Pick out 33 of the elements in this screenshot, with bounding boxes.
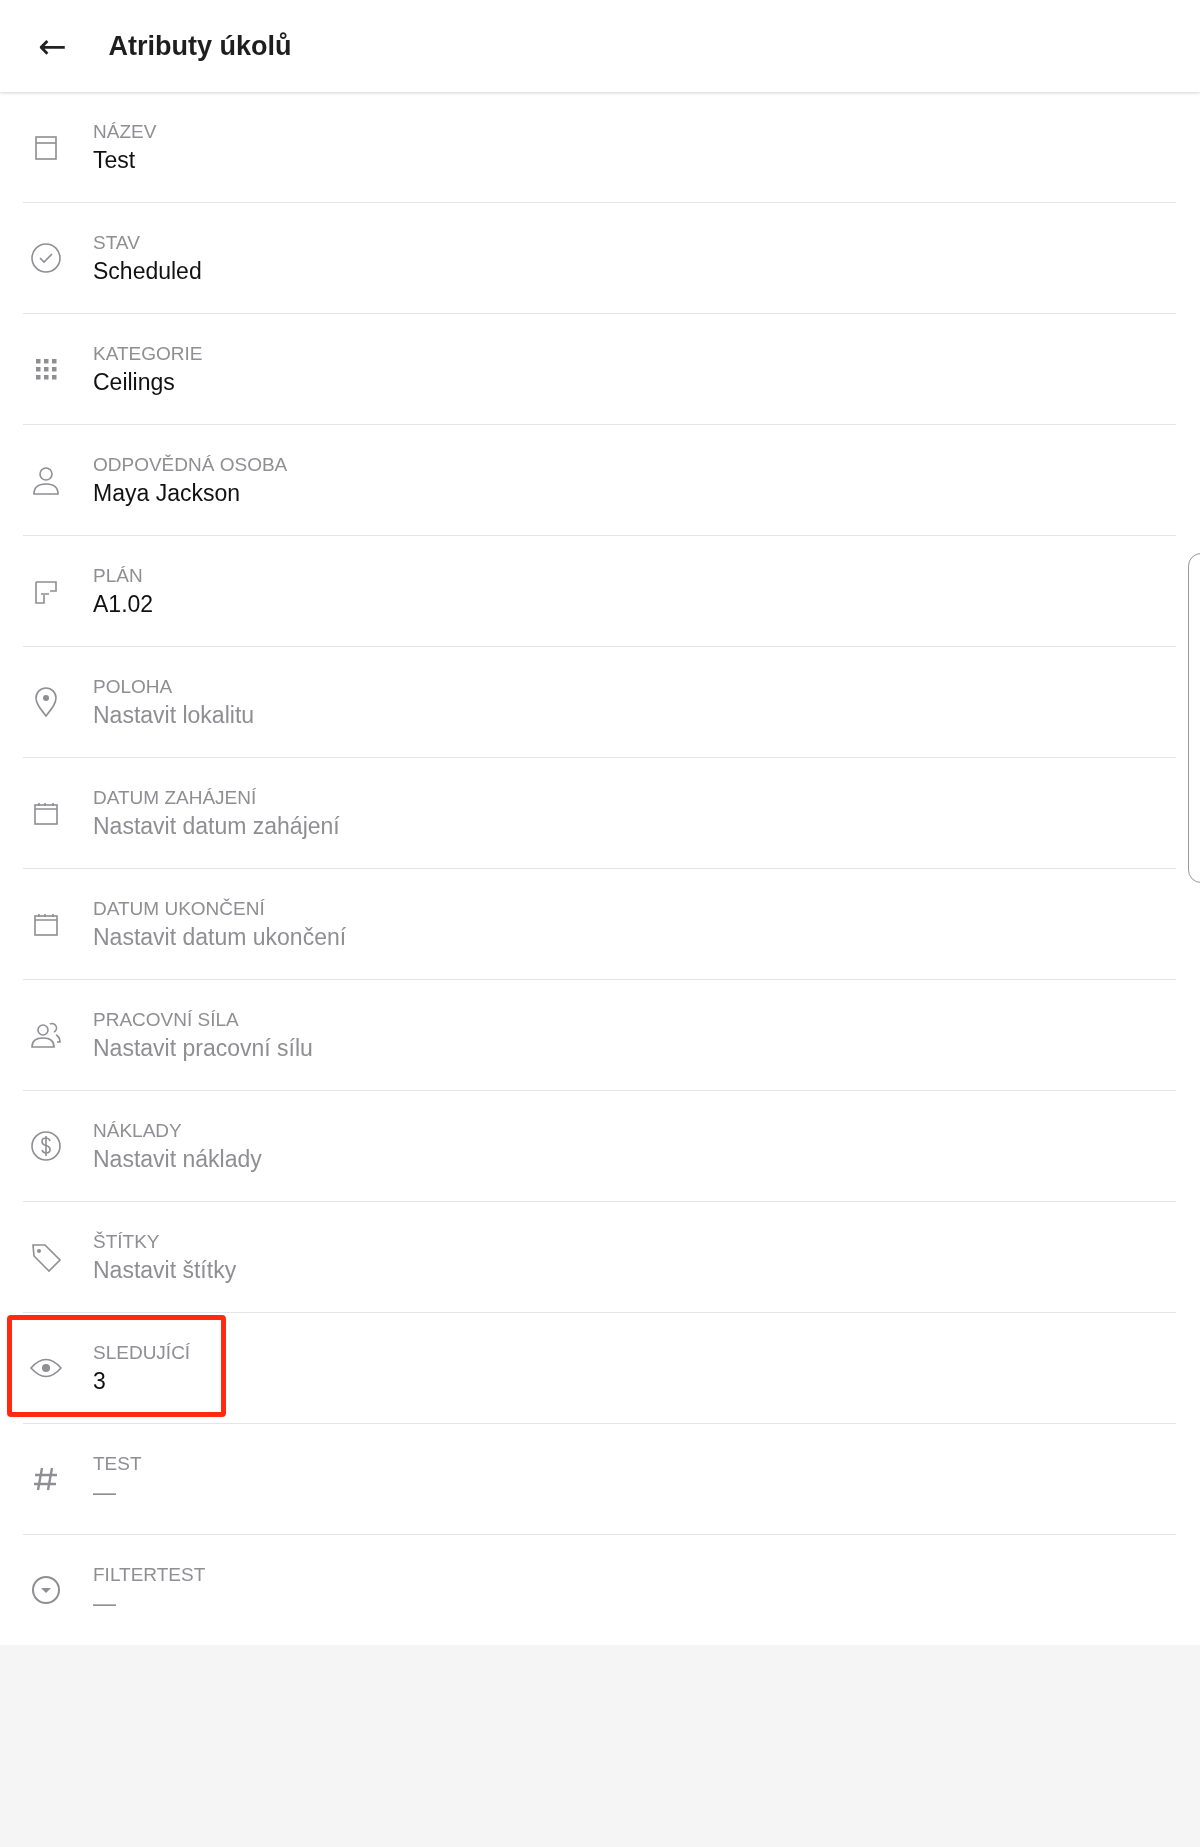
attribute-value[interactable]: Ceilings — [93, 368, 203, 396]
attribute-value[interactable]: — — [93, 1478, 142, 1506]
attribute-label: STAV — [93, 231, 141, 254]
attribute-value[interactable]: Nastavit datum zahájení — [93, 812, 340, 840]
check-circle-icon — [29, 241, 63, 275]
attribute-label: ODPOVĚDNÁ OSOBA — [93, 453, 288, 476]
attribute-label: FILTERTEST — [93, 1563, 206, 1586]
attribute-label: ŠTÍTKY — [93, 1230, 161, 1253]
attribute-label: DATUM ZAHÁJENÍ — [93, 786, 258, 809]
attribute-value[interactable]: Nastavit lokalitu — [93, 701, 255, 729]
attribute-value[interactable]: Nastavit štítky — [93, 1256, 237, 1284]
page-title: Atributy úkolů — [108, 30, 292, 62]
attribute-value[interactable]: — — [93, 1589, 206, 1617]
attribute-label: DATUM UKONČENÍ — [93, 897, 266, 920]
attribute-label: NÁKLADY — [93, 1119, 183, 1142]
attribute-value[interactable]: Test — [93, 146, 157, 174]
back-button[interactable]: ← — [38, 29, 67, 63]
attribute-label: KATEGORIE — [93, 342, 203, 365]
attribute-value[interactable]: Nastavit pracovní sílu — [93, 1034, 313, 1062]
attribute-label: SLEDUJÍCÍ — [93, 1341, 191, 1364]
attribute-label: NÁZEV — [93, 120, 157, 143]
attribute-value[interactable]: Nastavit náklady — [93, 1145, 262, 1173]
attribute-label: TEST — [93, 1452, 142, 1475]
attribute-value[interactable]: Nastavit datum ukončení — [93, 923, 347, 951]
attribute-label: PRACOVNÍ SÍLA — [93, 1008, 240, 1031]
dropdown-circle-icon — [29, 1573, 63, 1607]
dollar-circle-icon — [29, 1129, 63, 1163]
attribute-value[interactable]: 3 — [93, 1367, 191, 1395]
attribute-value[interactable]: A1.02 — [93, 590, 154, 618]
attribute-label: PLÁN — [93, 564, 144, 587]
attribute-value[interactable]: Maya Jackson — [93, 479, 288, 507]
attribute-value[interactable]: Scheduled — [93, 257, 202, 285]
attribute-label: POLOHA — [93, 675, 174, 698]
